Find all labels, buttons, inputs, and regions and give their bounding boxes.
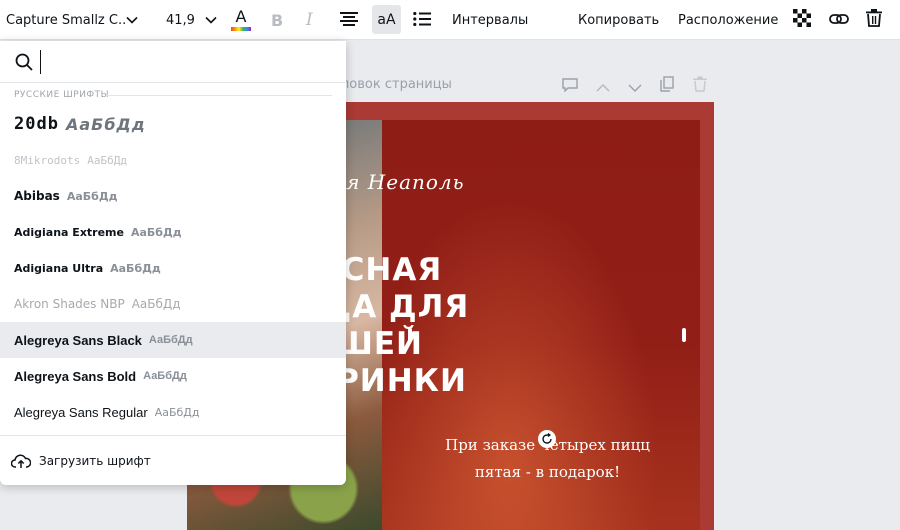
align-center-button[interactable] — [340, 0, 360, 40]
resize-handle-right[interactable] — [682, 328, 686, 342]
rotate-handle[interactable] — [538, 430, 556, 448]
text-color-icon: A — [235, 7, 247, 26]
search-icon — [15, 53, 33, 75]
font-name: Abibas — [14, 189, 60, 203]
font-sample: АаБбДд — [154, 405, 200, 419]
list-icon — [413, 11, 431, 30]
font-item-adigiana-ultra[interactable]: Adigiana Ultra АаБбДд — [0, 250, 346, 286]
letter-case-button[interactable]: aA — [372, 5, 401, 34]
font-name: Adigiana Extreme — [14, 225, 124, 239]
comment-icon — [562, 77, 578, 96]
font-sample: АаБбДд — [130, 225, 182, 239]
resize-handle-left[interactable] — [408, 328, 412, 342]
font-sample: АаБбДд — [66, 189, 118, 203]
font-sample: АаБбДд — [131, 297, 181, 311]
transparency-icon — [793, 9, 811, 31]
font-list: 20db АаБбДд 8Mikrodots АаБбДд Abibas АаБ… — [0, 106, 346, 430]
font-search-input[interactable] — [40, 50, 331, 74]
duplicate-page-button[interactable] — [660, 76, 674, 96]
font-item-akron-shades[interactable]: Akron Shades NBP АаБбДд — [0, 286, 346, 322]
font-family-select[interactable]: Capture Smallz C... — [6, 0, 146, 40]
bold-button[interactable]: B — [271, 0, 287, 40]
font-name: Adigiana Ultra — [14, 261, 104, 275]
font-sample: АаБбДд — [143, 370, 187, 382]
font-item-8mikrodots[interactable]: 8Mikrodots АаБбДд — [0, 142, 346, 178]
font-name: Alegreya Sans Regular — [14, 404, 148, 420]
font-sample: АаБбДд — [87, 153, 127, 167]
font-size-value: 41,9 — [166, 12, 195, 28]
link-button[interactable] — [829, 0, 849, 40]
promo-line: пятая - в подарок! — [474, 463, 621, 481]
font-item-alegreya-sans-black[interactable]: Alegreya Sans Black АаБбДд — [0, 322, 346, 358]
page-title[interactable]: ловок страницы — [341, 77, 452, 92]
comment-button[interactable] — [562, 76, 578, 96]
font-item-alegreya-sans-regular[interactable]: Alegreya Sans Regular АаБбДд — [0, 394, 346, 430]
text-color-button[interactable]: A — [229, 0, 253, 40]
chevron-down-icon — [628, 77, 642, 96]
font-name: 8Mikrodots — [14, 153, 81, 167]
chevron-down-icon — [126, 16, 138, 24]
font-size-select[interactable]: 41,9 — [166, 0, 217, 40]
upload-font-button[interactable]: Загрузить шрифт — [0, 435, 346, 485]
font-sample: АаБбДд — [65, 114, 146, 134]
delete-button[interactable] — [866, 0, 884, 40]
font-item-abibas[interactable]: Abibas АаБбДд — [0, 178, 346, 214]
font-dropdown-panel: РУССКИЕ ШРИФТЫ 20db АаБбДд 8Mikrodots Аа… — [0, 41, 346, 485]
font-search-row — [0, 41, 346, 83]
chevron-down-icon — [205, 16, 217, 24]
duplicate-icon — [660, 76, 674, 96]
position-button[interactable]: Расположение — [678, 0, 778, 40]
font-item-alegreya-sans-bold[interactable]: Alegreya Sans Bold АаБбДд — [0, 358, 346, 394]
rotate-icon — [541, 430, 553, 449]
list-button[interactable] — [413, 0, 433, 40]
spacing-button[interactable]: Интервалы — [452, 0, 528, 40]
font-item-20db[interactable]: 20db АаБбДд — [0, 106, 346, 142]
font-sample: АаБбДд — [148, 334, 193, 346]
move-page-down-button[interactable] — [628, 76, 642, 96]
font-name: Alegreya Sans Bold — [14, 368, 137, 384]
trash-icon — [693, 76, 707, 96]
section-label: РУССКИЕ ШРИФТЫ — [14, 90, 110, 100]
section-divider — [107, 95, 332, 96]
font-family-value: Capture Smallz C... — [6, 12, 126, 28]
transparency-button[interactable] — [793, 0, 811, 40]
italic-button[interactable]: I — [306, 0, 320, 40]
cloud-upload-icon — [10, 453, 32, 473]
color-swatch-bar — [231, 27, 251, 31]
upload-font-label: Загрузить шрифт — [39, 454, 151, 468]
move-page-up-button[interactable] — [596, 76, 610, 96]
font-name: 20db — [14, 114, 59, 134]
copy-button[interactable]: Копировать — [578, 0, 659, 40]
link-icon — [829, 11, 849, 30]
font-name: Akron Shades NBP — [14, 297, 125, 311]
font-name: Alegreya Sans Black — [14, 332, 142, 348]
font-item-adigiana-extreme[interactable]: Adigiana Extreme АаБбДд — [0, 214, 346, 250]
chevron-up-icon — [596, 77, 610, 96]
editor-toolbar: Capture Smallz C... 41,9 A B I aA Интерв… — [0, 0, 900, 40]
trash-icon — [866, 9, 882, 31]
font-sample: АаБбДд — [110, 261, 161, 275]
delete-page-button[interactable] — [693, 76, 707, 96]
align-center-icon — [340, 11, 358, 30]
